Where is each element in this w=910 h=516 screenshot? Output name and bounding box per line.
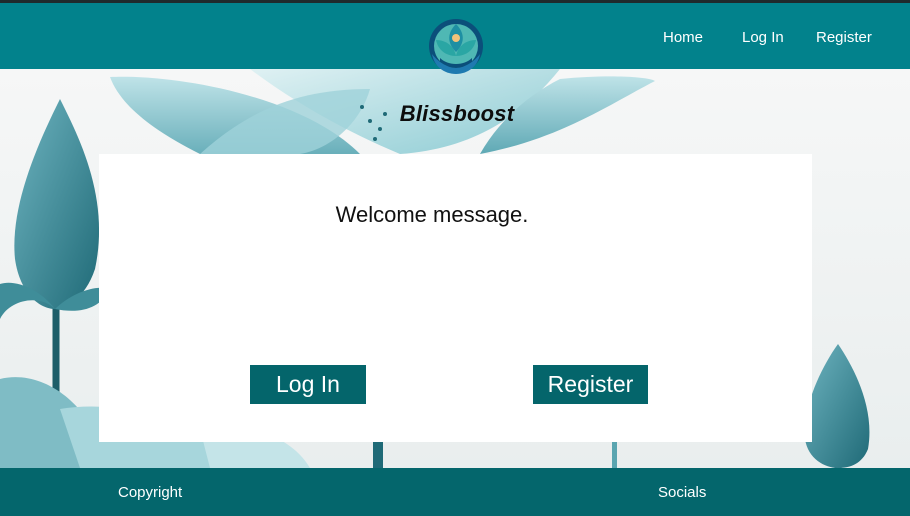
- brand-title: Blissboost: [0, 101, 910, 127]
- register-button[interactable]: Register: [533, 365, 648, 404]
- brand-name: Blissboost: [399, 101, 515, 126]
- socials-link[interactable]: Socials: [658, 484, 706, 502]
- site-footer: Copyright Socials: [0, 468, 910, 516]
- copyright-text: Copyright: [118, 484, 183, 501]
- welcome-message: Welcome message.: [335, 202, 529, 227]
- nav-register-link[interactable]: Register: [816, 29, 872, 47]
- lotus-logo-icon[interactable]: [418, 14, 494, 80]
- login-button[interactable]: Log In: [250, 365, 366, 404]
- welcome-card: Welcome message. Log In Register: [99, 154, 812, 442]
- nav-login-link[interactable]: Log In: [742, 29, 784, 47]
- nav-home-link[interactable]: Home: [663, 29, 703, 47]
